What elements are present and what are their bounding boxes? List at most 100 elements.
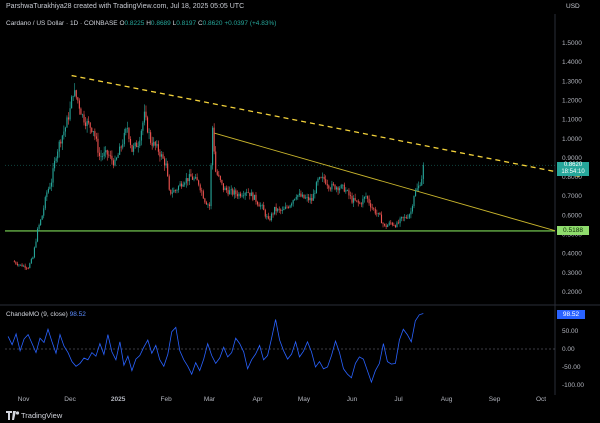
- candle-body: [131, 144, 133, 152]
- candle-body: [182, 184, 184, 187]
- time-tick-label: Feb: [161, 396, 173, 403]
- candle-body: [181, 183, 183, 187]
- candle-body: [305, 197, 307, 199]
- candle-body: [77, 97, 79, 101]
- candle-body: [72, 95, 74, 97]
- candle-body: [384, 223, 386, 226]
- candle-body: [95, 136, 97, 139]
- oscillator-pane: [5, 313, 555, 384]
- candle-body: [401, 216, 403, 219]
- candle-body: [165, 163, 167, 166]
- candle-body: [212, 127, 214, 166]
- candle-body: [232, 189, 234, 195]
- candle-body: [281, 210, 283, 211]
- candle-body: [303, 194, 305, 199]
- candle-body: [323, 176, 325, 180]
- candle-body: [58, 141, 60, 152]
- candle-body: [170, 189, 172, 194]
- candle-body: [128, 128, 130, 139]
- candle-body: [187, 178, 189, 182]
- axes: 1.5000 1.4000 1.3000 1.2000 1.1000 1.0000 0.90…: [18, 40, 585, 403]
- candle-body: [236, 194, 238, 197]
- candle-body: [419, 185, 421, 187]
- osc-tick-label: -100.00: [562, 382, 584, 389]
- candle-body: [339, 188, 341, 191]
- candle-body: [274, 206, 276, 214]
- candle-body: [244, 193, 246, 196]
- candle-body: [193, 178, 195, 180]
- candle-body: [120, 146, 122, 148]
- candle-body: [328, 185, 330, 189]
- oscillator-label: ChandeMO (9, close): [6, 311, 68, 318]
- candle-body: [260, 205, 262, 207]
- candle-body: [103, 152, 105, 156]
- candle-body: [314, 193, 316, 195]
- candle-body: [216, 171, 218, 175]
- time-tick-label: Mar: [204, 396, 216, 403]
- candle-body: [227, 190, 229, 195]
- attribution-text: ParshwaTurakhiya28 created with TradingV…: [6, 3, 245, 10]
- candle-body: [356, 200, 358, 202]
- candle-body: [261, 204, 263, 206]
- candle-body: [370, 203, 372, 208]
- candle-body: [24, 265, 26, 268]
- trendlines[interactable]: [5, 74, 584, 232]
- candle-body: [18, 264, 20, 266]
- candle-body: [343, 184, 345, 192]
- price-tick-label: 1.2000: [562, 97, 582, 104]
- candle-body: [117, 154, 119, 158]
- price-tick-label: 1.4000: [562, 59, 582, 66]
- osc-tick-label: -50.00: [562, 364, 581, 371]
- candle-body: [36, 228, 39, 242]
- price-tick-label: 0.9000: [562, 155, 582, 162]
- time-tick-label: Jul: [394, 396, 403, 403]
- candle-body: [115, 157, 118, 160]
- symbol-legend[interactable]: Cardano / US Dollar · 1D · COINBASE O0.8…: [6, 20, 276, 27]
- candle-body: [69, 108, 71, 120]
- candle-body: [365, 196, 367, 197]
- candle-body: [196, 177, 198, 181]
- candle-body: [340, 184, 342, 189]
- candle-body: [125, 128, 127, 133]
- candle-body: [332, 183, 335, 185]
- candle-body: [47, 188, 49, 193]
- candle-body: [396, 222, 398, 227]
- candle-body: [387, 225, 389, 228]
- candle-body: [224, 187, 226, 191]
- candle-body: [397, 222, 400, 224]
- price-tick-label: 0.2000: [562, 289, 582, 296]
- candle-body: [19, 264, 22, 266]
- candle-body: [215, 151, 217, 172]
- candle-body: [278, 208, 280, 210]
- currency-label[interactable]: USD: [566, 3, 580, 10]
- candle-body: [44, 197, 46, 209]
- candle-body: [354, 198, 356, 201]
- time-tick-label: Dec: [64, 396, 76, 403]
- candle-body: [35, 241, 37, 248]
- candle-body: [168, 176, 170, 190]
- candle-body: [119, 146, 121, 155]
- oscillator-legend[interactable]: ChandeMO (9, close) 98.52: [6, 311, 86, 318]
- candle-body: [300, 193, 302, 197]
- candle-body: [88, 120, 90, 123]
- symbol-name: Cardano / US Dollar · 1D · COINBASE: [6, 20, 118, 27]
- time-tick-label: Oct: [536, 396, 546, 403]
- high-value: 0.8689: [150, 20, 171, 27]
- price-tick-label: 0.4000: [562, 251, 582, 258]
- candle-body: [241, 195, 243, 197]
- candle-body: [50, 182, 53, 187]
- chart-canvas[interactable]: 1.5000 1.4000 1.3000 1.2000 1.1000 1.0000 0.90…: [0, 0, 600, 423]
- time-tick-label: 2025: [111, 396, 126, 403]
- candle-body: [16, 263, 18, 266]
- candles: [13, 83, 424, 271]
- candle-body: [150, 132, 152, 143]
- candle-body: [54, 160, 56, 169]
- candle-body: [270, 213, 273, 221]
- candle-body: [174, 190, 176, 191]
- candle-body: [156, 144, 158, 146]
- candle-body: [371, 207, 373, 209]
- candle-body: [359, 202, 361, 204]
- time-tick-label: May: [298, 396, 311, 403]
- candle-body: [294, 198, 296, 201]
- candle-body: [317, 178, 319, 183]
